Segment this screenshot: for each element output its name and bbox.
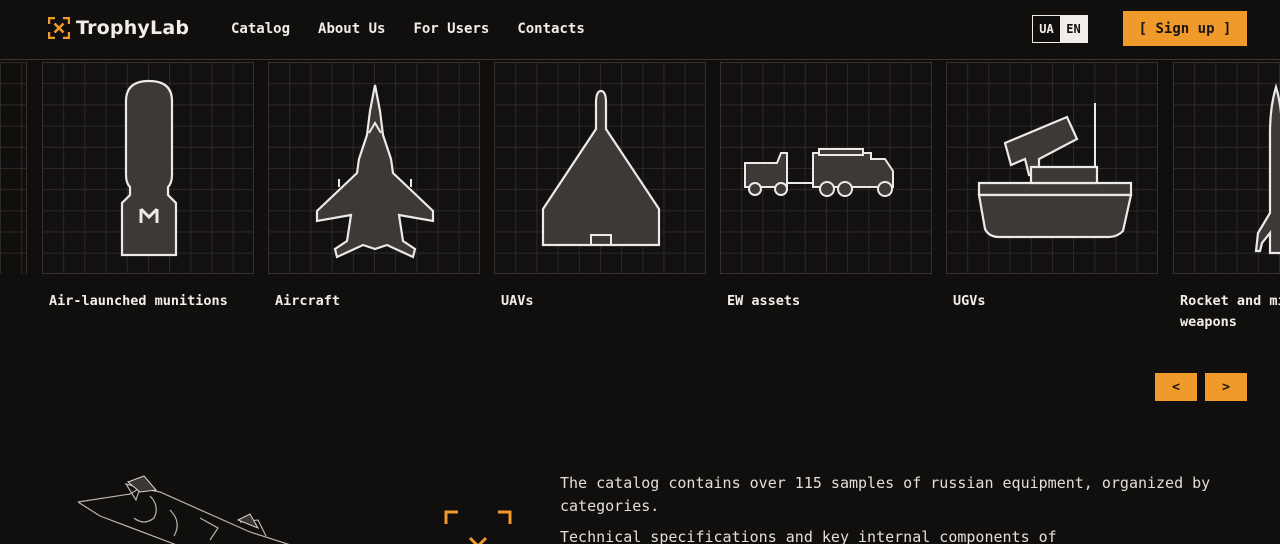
bomb-icon xyxy=(120,79,178,257)
site-header: TrophyLab Catalog About Us For Users Con… xyxy=(0,0,1280,60)
category-card-air-launched-munitions[interactable]: Air-launched munitions xyxy=(42,62,254,312)
nav-for-users[interactable]: For Users xyxy=(413,21,489,37)
card-label: Aircraft xyxy=(275,293,341,309)
nav-contacts[interactable]: Contacts xyxy=(517,21,584,37)
category-card-rocket-and-missile-weapons[interactable]: Rocket and missile weapons xyxy=(1173,62,1280,333)
card-image xyxy=(946,62,1158,274)
main-nav: Catalog About Us For Users Contacts xyxy=(231,21,585,37)
missile-cutaway-illustration xyxy=(77,475,290,544)
signup-button[interactable]: [ Sign up ] xyxy=(1123,11,1247,46)
ew-truck-icon xyxy=(744,148,894,197)
language-switcher: UA EN xyxy=(1032,15,1088,43)
card-label: UGVs xyxy=(953,293,986,309)
tracked-vehicle-icon xyxy=(977,103,1133,239)
carousel-prev-button[interactable]: < xyxy=(1155,373,1197,401)
card-label: UAVs xyxy=(501,293,534,309)
nav-catalog[interactable]: Catalog xyxy=(231,21,290,37)
fighter-jet-icon xyxy=(315,84,435,259)
nav-about-us[interactable]: About Us xyxy=(318,21,385,37)
category-carousel: Air-launched munitions Aircraft UAVs EW … xyxy=(0,62,1280,342)
previous-card-edge xyxy=(0,62,27,274)
category-card-aircraft[interactable]: Aircraft xyxy=(268,62,480,312)
carousel-next-button[interactable]: > xyxy=(1205,373,1247,401)
card-label: Air-launched munitions xyxy=(49,293,228,309)
missile-icon xyxy=(1254,83,1280,255)
card-label: EW assets xyxy=(727,293,801,309)
category-card-ew-assets[interactable]: EW assets xyxy=(720,62,932,312)
category-card-uavs[interactable]: UAVs xyxy=(494,62,706,312)
scan-bracket-icon xyxy=(444,510,512,544)
lang-ua-button[interactable]: UA xyxy=(1033,16,1060,42)
card-image xyxy=(720,62,932,274)
catalog-description: The catalog contains over 115 samples of… xyxy=(560,472,1260,544)
logo-icon xyxy=(47,16,71,40)
card-label: Rocket and missile weapons xyxy=(1180,293,1280,330)
description-paragraph-2: Technical specifications and key interna… xyxy=(560,528,1057,544)
card-image xyxy=(494,62,706,274)
description-paragraph-1: The catalog contains over 115 samples of… xyxy=(560,474,1211,515)
lang-en-button[interactable]: EN xyxy=(1060,16,1087,42)
category-card-ugvs[interactable]: UGVs xyxy=(946,62,1158,312)
delta-drone-icon xyxy=(541,89,661,247)
brand-name: TrophyLab xyxy=(76,17,190,39)
card-image xyxy=(1173,62,1280,274)
carousel-controls: < > xyxy=(1155,373,1247,401)
logo[interactable]: TrophyLab xyxy=(47,16,190,40)
card-image xyxy=(268,62,480,274)
card-image xyxy=(42,62,254,274)
